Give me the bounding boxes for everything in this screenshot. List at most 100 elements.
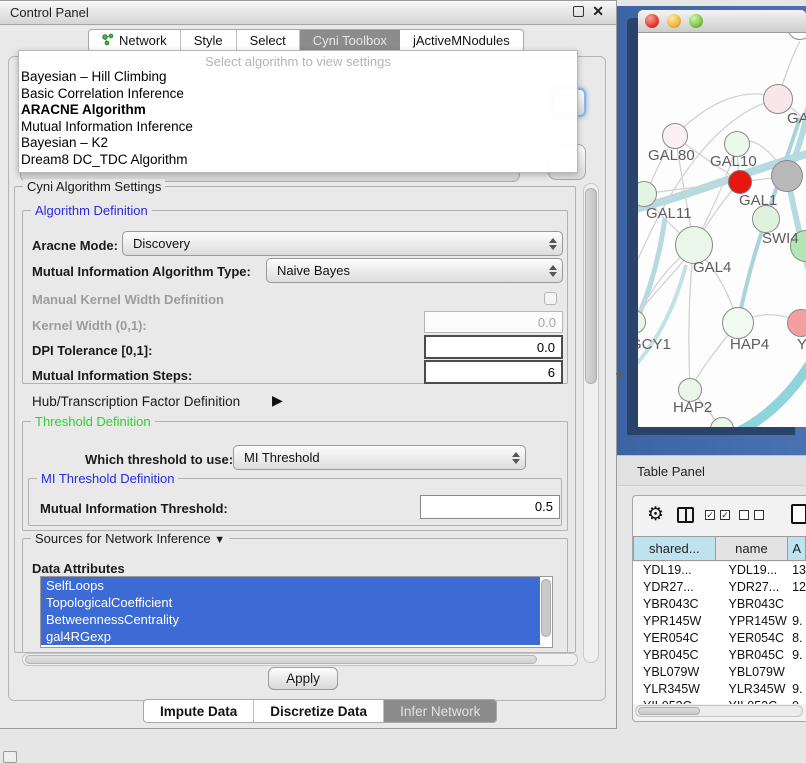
checkbox-unchecked-icon[interactable] — [739, 510, 749, 520]
tab-jactivemnodules-label: jActiveMNodules — [413, 33, 510, 48]
tab-style[interactable]: Style — [181, 30, 237, 51]
tab-jactivemnodules[interactable]: jActiveMNodules — [400, 30, 523, 51]
table-row[interactable]: YBR045CYBR045C9. — [633, 647, 806, 664]
node-label-gal4: GAL4 — [693, 259, 731, 276]
mac-minimize-icon[interactable] — [667, 14, 681, 28]
node-label-gal1: GAL1 — [739, 192, 777, 209]
hub-expand-arrow-icon[interactable]: ▶ — [272, 392, 283, 409]
table-row[interactable]: YBL079WYBL079W — [633, 664, 806, 681]
table-row[interactable]: YBR043CYBR043C — [633, 596, 806, 613]
tab-discretize-data[interactable]: Discretize Data — [254, 700, 384, 722]
tab-network-label: Network — [119, 33, 167, 48]
mi-algorithm-type-combo[interactable]: Naive Bayes — [266, 258, 563, 283]
mi-threshold-label: Mutual Information Threshold: — [40, 501, 228, 516]
node-gal1-red[interactable] — [728, 170, 752, 194]
algorithm-option[interactable]: Basic Correlation Inference — [19, 86, 577, 103]
checkbox-checked-icon[interactable]: ✓ — [705, 510, 715, 520]
node-label-swi4: SWI4 — [762, 230, 799, 247]
table-row[interactable]: YLR345WYLR345W9. — [633, 681, 806, 698]
table-panel-bar: Table Panel — [617, 455, 806, 486]
table-row[interactable]: YIL052CYIL052C9. — [633, 698, 806, 704]
mac-zoom-icon[interactable] — [689, 14, 703, 28]
aracne-mode-combo[interactable]: Discovery — [122, 231, 563, 256]
kernel-width-field[interactable]: 0.0 — [424, 311, 563, 333]
algorithm-option-selected[interactable]: ARACNE Algorithm — [19, 102, 577, 119]
combo-stepper-icon — [544, 259, 562, 282]
tab-select[interactable]: Select — [237, 30, 300, 51]
attr-item-selected[interactable]: gal4RGexp — [41, 628, 540, 645]
tab-network[interactable]: Network — [89, 30, 181, 51]
mi-threshold-field[interactable]: 0.5 — [420, 495, 560, 519]
table-rows[interactable]: YDL19...YDL19...13 YDR27...YDR27...12 YB… — [633, 562, 806, 704]
table-toolbar: ⚙ ✓ ✓ — [633, 496, 806, 535]
table-horizontal-scrollbar[interactable] — [635, 705, 803, 717]
gear-icon[interactable]: ⚙ — [647, 503, 664, 526]
mi-steps-field[interactable]: 6 — [424, 360, 563, 384]
node-label-y: Y — [797, 336, 806, 353]
node-swi4[interactable] — [752, 205, 780, 233]
close-icon[interactable]: ✕ — [592, 3, 604, 20]
which-threshold-combo[interactable]: MI Threshold — [233, 445, 526, 470]
combo-stepper-icon — [544, 232, 562, 255]
node-label-gal10: GAL10 — [710, 153, 757, 170]
control-panel-titlebar: Control Panel ✕ — [0, 1, 616, 25]
node-label-hap2: HAP2 — [673, 399, 712, 416]
node-gal80[interactable] — [662, 123, 688, 149]
algorithm-option[interactable]: Mutual Information Inference — [19, 119, 577, 136]
bottom-tabbar: Impute Data Discretize Data Infer Networ… — [143, 699, 497, 723]
manual-kernel-width-checkbox[interactable] — [544, 292, 557, 305]
algorithm-option[interactable]: Dream8 DC_TDC Algorithm — [19, 152, 577, 169]
table-horizontal-scrollbar-thumb[interactable] — [638, 707, 700, 715]
tab-impute-data[interactable]: Impute Data — [144, 700, 254, 722]
network-view-window: GAL GAL80 GAL10 GAL1 GAL11 GAL4 SWI4 GCY… — [638, 10, 806, 427]
node-hap4[interactable] — [722, 307, 754, 339]
float-window-icon[interactable] — [573, 6, 584, 17]
table-row[interactable]: YDR27...YDR27...12 — [633, 579, 806, 596]
mac-close-icon[interactable] — [645, 14, 659, 28]
column-header-cut[interactable]: A — [788, 536, 806, 561]
sources-collapse-arrow-icon[interactable]: ▼ — [214, 534, 225, 546]
attr-list-scrollbar[interactable] — [541, 579, 551, 637]
manual-kernel-width-label: Manual Kernel Width Definition — [32, 292, 224, 307]
settings-vertical-scrollbar-thumb[interactable] — [585, 188, 597, 384]
settings-horizontal-scrollbar[interactable] — [22, 653, 578, 666]
mi-algorithm-type-value: Naive Bayes — [267, 263, 544, 278]
control-panel-window: Control Panel ✕ Network Style Select Cyn… — [0, 0, 617, 729]
sources-title: Sources for Network Inference ▼ — [31, 531, 229, 546]
node-label-gal11: GAL11 — [646, 205, 692, 222]
tab-cyni-toolbox[interactable]: Cyni Toolbox — [300, 30, 400, 51]
attr-item-selected[interactable]: TopologicalCoefficient — [41, 594, 540, 611]
settings-vertical-scrollbar[interactable] — [583, 183, 599, 663]
checkbox-checked-icon[interactable]: ✓ — [720, 510, 730, 520]
node-gray[interactable] — [771, 160, 803, 192]
attr-item-selected[interactable]: BetweennessCentrality — [41, 611, 540, 628]
data-attributes-list[interactable]: SelfLoops TopologicalCoefficient Between… — [40, 576, 553, 648]
table-panel-window: ⚙ ✓ ✓ shared... name A YDL19...YDL19...1… — [632, 495, 806, 722]
column-header-name[interactable]: name — [716, 536, 789, 561]
aracne-mode-label: Aracne Mode: — [32, 238, 118, 253]
node-label-hap4: HAP4 — [730, 336, 769, 353]
table-row[interactable]: YDL19...YDL19...13 — [633, 562, 806, 579]
mi-steps-label: Mutual Information Steps: — [32, 368, 192, 383]
mi-algorithm-type-label: Mutual Information Algorithm Type: — [32, 264, 251, 279]
table-row[interactable]: YPR145WYPR145W9. — [633, 613, 806, 630]
algorithm-option[interactable]: Bayesian – K2 — [19, 135, 577, 152]
dpi-tolerance-field[interactable]: 0.0 — [424, 335, 563, 359]
column-header-shared[interactable]: shared... — [633, 536, 716, 561]
network-canvas[interactable]: GAL GAL80 GAL10 GAL1 GAL11 GAL4 SWI4 GCY… — [638, 33, 806, 427]
dock-panel-icon[interactable] — [3, 751, 17, 763]
cyni-algorithm-settings-title: Cyni Algorithm Settings — [23, 179, 165, 194]
table-row[interactable]: YER054CYER054C8. — [633, 630, 806, 647]
apply-button[interactable]: Apply — [268, 667, 338, 690]
algorithm-option[interactable]: Bayesian – Hill Climbing — [19, 69, 577, 86]
mi-threshold-definition-title: MI Threshold Definition — [37, 471, 178, 486]
settings-horizontal-scrollbar-thumb[interactable] — [25, 655, 537, 664]
sources-title-text: Sources for Network Inference — [35, 531, 211, 546]
document-icon[interactable] — [791, 504, 806, 524]
checkbox-unchecked-icon[interactable] — [754, 510, 764, 520]
tab-infer-network[interactable]: Infer Network — [384, 700, 496, 722]
threshold-definition-title: Threshold Definition — [31, 414, 155, 429]
tab-style-label: Style — [194, 33, 223, 48]
columns-icon[interactable] — [677, 507, 694, 523]
attr-item-selected[interactable]: SelfLoops — [41, 577, 540, 594]
